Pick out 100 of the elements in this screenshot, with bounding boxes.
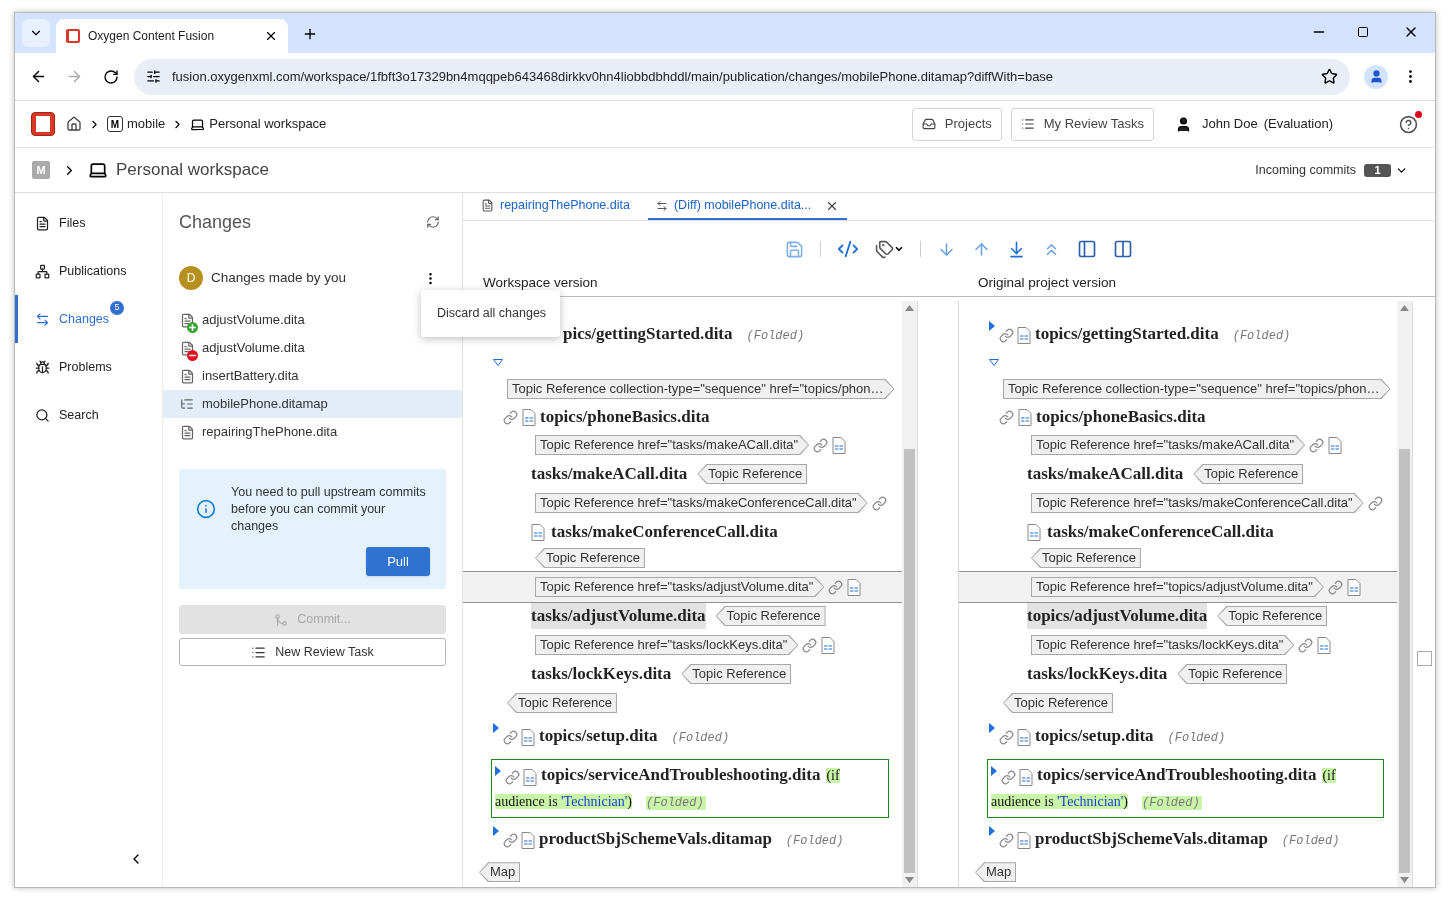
app-logo-icon (66, 29, 80, 43)
end-tag-label: Map (975, 862, 1017, 883)
workspace-badge: M (32, 161, 50, 179)
expand-triangle-icon[interactable] (495, 766, 501, 776)
file-list-item[interactable]: adjustVolume.dita (163, 334, 462, 362)
end-tag-label: Topic Reference (1031, 548, 1141, 568)
end-tag-label: Topic Reference (535, 548, 645, 568)
file-name: adjustVolume.dita (202, 339, 305, 358)
user-name[interactable]: John Doe (1201, 114, 1258, 134)
columns-layout-icon[interactable] (1113, 239, 1133, 259)
expand-triangle-icon[interactable] (989, 321, 995, 331)
header-button[interactable]: Projects (911, 107, 1002, 141)
file-list-item[interactable]: insertBattery.dita (163, 362, 462, 390)
discard-menu-item[interactable]: Discard all changes (437, 304, 547, 323)
start-tag-label: Topic Reference href="tasks/makeACall.dita" (535, 435, 810, 455)
end-tag-label: Map (479, 862, 521, 883)
expand-triangle-icon[interactable] (493, 826, 499, 837)
start-tag-label: Topic Reference href="tasks/lockKeys.dita" (535, 635, 799, 655)
home-icon[interactable] (66, 116, 82, 132)
topic-title: tasks/makeConferenceCall.dita (1047, 521, 1274, 543)
panel-title: Changes (179, 210, 253, 234)
arrows-icon (35, 311, 50, 327)
arrow-down-to-line-icon[interactable] (1007, 239, 1026, 259)
tags-icon[interactable] (875, 239, 894, 259)
nav-item[interactable]: Search (15, 391, 162, 439)
topic-title: tasks/lockKeys.dita (531, 663, 672, 685)
maximize-icon[interactable] (1357, 26, 1369, 38)
caret-icon[interactable] (894, 244, 904, 254)
expand-triangle-icon[interactable] (493, 723, 499, 733)
file-icon (35, 215, 50, 231)
project-badge: M (107, 116, 123, 132)
folded-label: (Folded) (1232, 329, 1291, 343)
reload-icon[interactable] (103, 68, 119, 85)
topic-title: topics/phoneBasics.dita (540, 406, 710, 429)
site-info-icon[interactable] (146, 69, 161, 84)
folded-label: (Folded) (746, 329, 805, 343)
editor-tab[interactable]: repairingThePhone.dita (473, 193, 638, 220)
nav-item[interactable]: Publications (15, 247, 162, 295)
file-name: adjustVolume.dita (202, 311, 305, 330)
topic-title: tasks/adjustVolume.dita (531, 603, 706, 629)
panel-layout-icon[interactable] (1077, 239, 1097, 259)
header-button[interactable]: My Review Tasks (1010, 107, 1154, 141)
breadcrumb-link[interactable]: mobile (127, 114, 166, 134)
folded-label: (Folded) (671, 731, 730, 745)
folded-label: (Folded) (1142, 796, 1202, 811)
laptop-icon (190, 116, 206, 132)
file-list-item[interactable]: repairingThePhone.dita (163, 418, 462, 446)
close-icon[interactable] (264, 29, 278, 43)
profile-avatar-icon[interactable] (1364, 64, 1388, 89)
start-tag-label: Topic Reference href="tasks/makeConferenceCall.dita" (1031, 493, 1364, 513)
url-text: fusion.oxygenxml.com/workspace/1fbft3o17329bn4mqqpeb643468dirkkv0hn4liobbdbhddl/main/publication/changes/mobilePhone.ditamap?diffWith=base (172, 67, 1055, 86)
file-name: repairingThePhone.dita (202, 423, 338, 442)
scroll-down-arrow-icon[interactable] (1400, 877, 1409, 883)
bug-icon (35, 359, 50, 375)
notice-text: You need to pull upstream commits before you can commit your changes (231, 484, 427, 535)
end-tag-label: Topic Reference (507, 693, 617, 713)
scroll-up-arrow-icon[interactable] (1400, 305, 1409, 311)
expand-triangle-icon[interactable] (991, 766, 997, 776)
new-review-task-button[interactable]: New Review Task (179, 638, 446, 666)
pane-title: Original project version (977, 274, 1117, 293)
incoming-commits-label[interactable]: Incoming commits (1255, 160, 1356, 180)
pull-button[interactable]: Pull (366, 547, 430, 576)
file-list-item[interactable]: mobilePhone.ditamap (163, 390, 462, 418)
folded-label: (Folded) (646, 796, 706, 811)
expand-triangle-icon[interactable] (989, 723, 995, 733)
scroll-down-arrow-icon[interactable] (905, 877, 914, 883)
scroll-up-arrow-icon[interactable] (905, 305, 914, 311)
nav-item[interactable]: Changes 5 (15, 295, 162, 343)
code-icon[interactable] (837, 238, 859, 260)
end-tag-label: Topic Reference (715, 606, 826, 626)
topic-title: pics/gettingStarted.dita (563, 324, 733, 343)
topic-title: topics/serviceAndTroubleshooting.dita (541, 765, 821, 784)
editor-tab[interactable]: (Diff) mobilePhone.dita... (647, 193, 848, 220)
end-tag-label: Topic Reference (697, 464, 808, 484)
merge-icon (274, 612, 289, 627)
hierarchy-icon (35, 263, 50, 279)
topic-title: productSbjSchemeVals.ditamap (539, 829, 772, 849)
collapse-triangle-icon[interactable] (989, 358, 999, 366)
address-bar[interactable]: fusion.oxygenxml.com/workspace/1fbft3o17329bn4mqqpeb643468dirkkv0hn4liobbdbhddl/main/publication/changes/mobilePhone.ditamap?diffWith=base (134, 58, 1350, 95)
expand-triangle-icon[interactable] (989, 826, 995, 837)
scrollbar[interactable] (1397, 301, 1412, 887)
browser-tab[interactable]: Oxygen Content Fusion (56, 19, 288, 53)
scrollbar[interactable] (902, 301, 917, 887)
bookmark-star-icon[interactable] (1321, 68, 1338, 85)
end-tag-label: Topic Reference (681, 664, 792, 684)
end-tag-label: Topic Reference (1193, 464, 1304, 484)
refresh-icon[interactable] (426, 215, 440, 229)
start-tag-label: Topic Reference href="topics/adjustVolume.dita" (1031, 577, 1324, 597)
breadcrumb-link[interactable]: Personal workspace (209, 114, 327, 134)
folded-label: (Folded) (1167, 731, 1226, 745)
app-logo-icon[interactable] (31, 112, 55, 136)
file-name: mobilePhone.ditamap (202, 395, 328, 414)
nav-item[interactable]: Problems (15, 343, 162, 391)
collapse-triangle-icon[interactable] (493, 358, 503, 366)
nav-item[interactable]: Files (15, 199, 162, 247)
start-tag-label: Topic Reference href="tasks/adjustVolume.dita" (535, 577, 825, 597)
overview-marker (1416, 651, 1432, 666)
start-tag-label: Topic Reference href="tasks/makeACall.dita" (1031, 435, 1306, 455)
new-tab-icon[interactable] (302, 26, 318, 42)
back-icon[interactable] (30, 68, 47, 85)
